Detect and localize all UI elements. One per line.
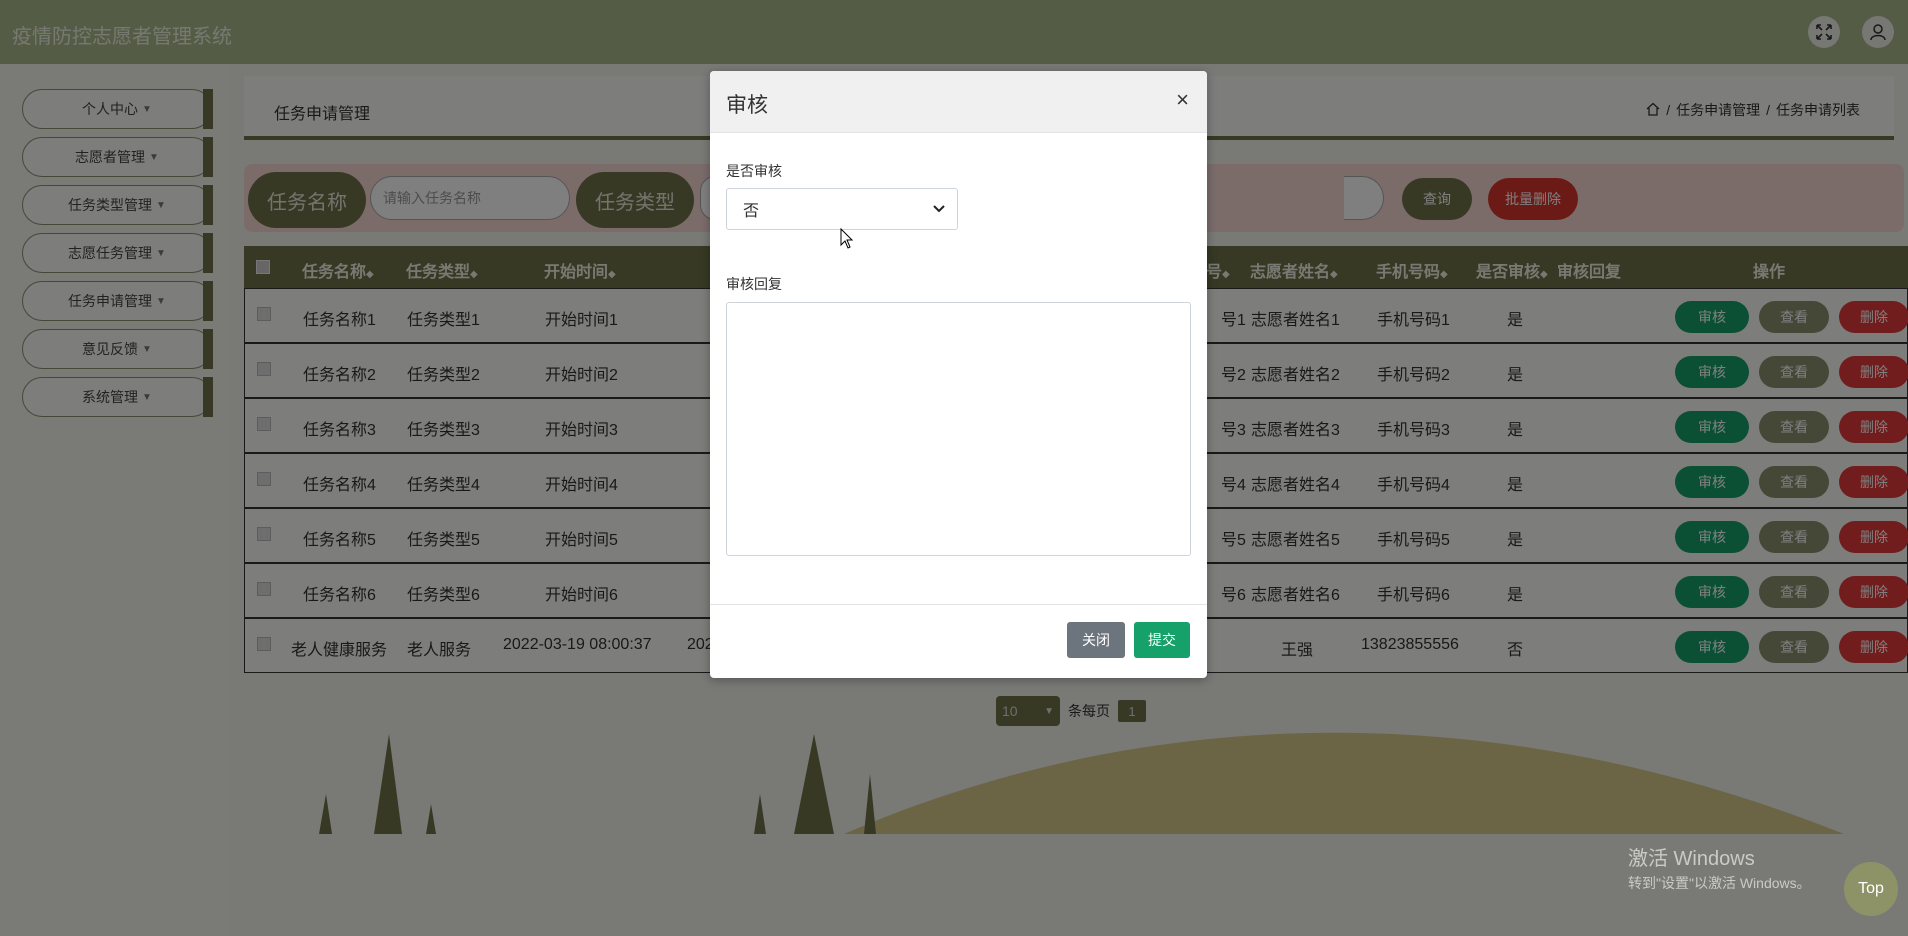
audit-reply-label: 审核回复 xyxy=(726,276,782,292)
chevron-down-icon xyxy=(933,205,945,213)
modal-title: 审核 xyxy=(726,94,768,117)
audit-status-select[interactable]: 否 xyxy=(726,188,958,230)
submit-button[interactable]: 提交 xyxy=(1134,622,1190,658)
modal-header: 审核 × xyxy=(710,71,1207,133)
close-button[interactable]: 关闭 xyxy=(1067,622,1125,658)
audit-reply-textarea[interactable] xyxy=(726,302,1191,556)
audit-status-label: 是否审核 xyxy=(726,163,782,179)
modal-footer: 关闭 提交 xyxy=(710,604,1207,678)
windows-activation-watermark: 激活 Windows 转到"设置"以激活 Windows。 xyxy=(1628,848,1811,891)
close-icon[interactable]: × xyxy=(1176,87,1189,113)
mouse-cursor-icon xyxy=(840,228,854,249)
back-to-top-button[interactable]: Top xyxy=(1844,862,1898,916)
audit-modal: 审核 × 是否审核 否 审核回复 关闭 提交 xyxy=(710,71,1207,678)
